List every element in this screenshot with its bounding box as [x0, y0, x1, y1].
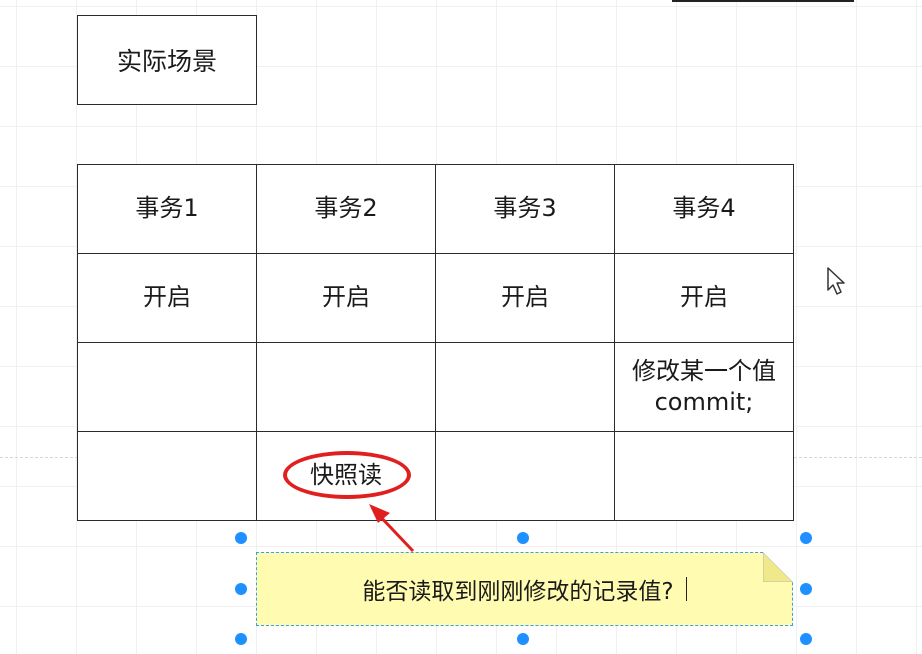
- selection-handle-bottom-left[interactable]: [235, 633, 247, 645]
- snapshot-read-cell[interactable]: 快照读: [256, 431, 436, 521]
- selection-handle-middle-right[interactable]: [800, 583, 812, 595]
- scene-label: 实际场景: [116, 47, 217, 76]
- text-caret: [685, 577, 687, 601]
- table-row: 快照读: [77, 431, 794, 521]
- selection-handle-middle-left[interactable]: [235, 583, 247, 595]
- scene-box[interactable]: 实际场景: [77, 15, 257, 105]
- table-cell[interactable]: [435, 342, 615, 432]
- table-row: 修改某一个值 commit;: [77, 342, 794, 432]
- table-cell[interactable]: [614, 431, 794, 521]
- table-cell[interactable]: [77, 342, 257, 432]
- selection-handle-top-right[interactable]: [800, 532, 812, 544]
- sticky-note[interactable]: 能否读取到刚刚修改的记录值?: [256, 552, 793, 626]
- table-cell[interactable]: 开启: [435, 253, 615, 343]
- table-cell[interactable]: [256, 342, 436, 432]
- selection-handle-bottom-right[interactable]: [800, 633, 812, 645]
- table-cell[interactable]: [77, 431, 257, 521]
- top-edge-line: [672, 0, 854, 2]
- table-cell[interactable]: 开启: [256, 253, 436, 343]
- transaction-table[interactable]: 事务1 事务2 事务3 事务4 开启 开启 开启 开启 修改某一个值 commi…: [77, 164, 794, 521]
- selection-handle-bottom-center[interactable]: [517, 633, 529, 645]
- table-cell[interactable]: 开启: [77, 253, 257, 343]
- header-cell-txn3[interactable]: 事务3: [435, 164, 615, 254]
- header-cell-txn4[interactable]: 事务4: [614, 164, 794, 254]
- commit-text: commit;: [654, 388, 754, 416]
- mouse-pointer-icon: [827, 267, 845, 295]
- table-row: 开启 开启 开启 开启: [77, 253, 794, 343]
- modify-text: 修改某一个值: [632, 356, 776, 385]
- header-cell-txn1[interactable]: 事务1: [77, 164, 257, 254]
- header-cell-txn2[interactable]: 事务2: [256, 164, 436, 254]
- note-fold-corner: [763, 552, 793, 582]
- table-cell[interactable]: 开启: [614, 253, 794, 343]
- table-header-row: 事务1 事务2 事务3 事务4: [77, 164, 794, 254]
- modify-commit-cell[interactable]: 修改某一个值 commit;: [614, 342, 794, 432]
- selection-handle-top-center[interactable]: [517, 532, 529, 544]
- selection-handle-top-left[interactable]: [235, 532, 247, 544]
- table-cell[interactable]: [435, 431, 615, 521]
- note-text: 能否读取到刚刚修改的记录值?: [362, 579, 674, 605]
